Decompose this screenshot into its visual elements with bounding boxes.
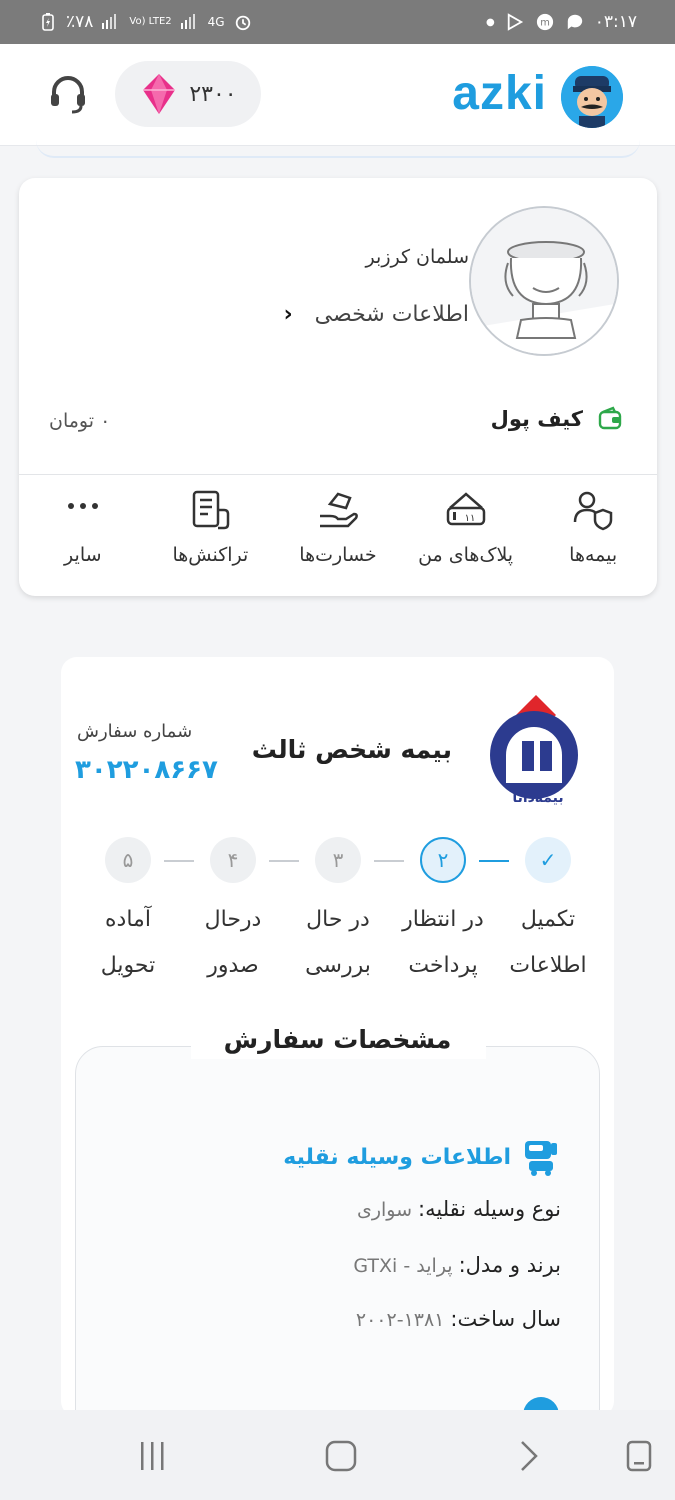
step-4-circle: ۴ <box>210 837 256 883</box>
quick-plates[interactable]: ۱۱ پلاک‌های من <box>416 488 516 588</box>
svg-text:بیمه‌دانا: بیمه‌دانا <box>512 790 563 806</box>
chevron-left-icon: ‹ <box>283 302 293 327</box>
wallet-row[interactable]: کیف پول <box>491 406 623 432</box>
avatar-logo-icon <box>561 66 623 128</box>
spec-title: مشخصات سفارش <box>223 1025 452 1054</box>
vehicle-info-icon <box>525 1141 557 1176</box>
lte-label: Vo) LTE2 <box>129 16 172 27</box>
m-app-icon: m <box>536 13 553 31</box>
vehicle-section-title: اطلاعات وسیله نقلیه <box>283 1144 511 1170</box>
step-2-label: در انتظار پرداخت <box>402 907 484 978</box>
order-steps: ✓ ۲ ۳ ۴ ۵ تکمیل اطلاعات در انتظار پرداخت د… <box>61 831 614 978</box>
order-number-label: شماره سفارش <box>77 721 193 742</box>
quick-more[interactable]: سایر <box>33 488 133 588</box>
quick-claims[interactable]: خسارت‌ها <box>288 488 388 588</box>
insurance-title: بیمه شخص ثالث <box>251 735 452 764</box>
signal-icon-2 <box>180 14 195 29</box>
step-5-circle: ۵ <box>105 837 151 883</box>
insurance-users-icon <box>573 491 613 531</box>
quick-label: سایر <box>64 544 102 566</box>
claims-hand-icon <box>319 492 358 528</box>
profile-avatar[interactable] <box>469 206 619 356</box>
order-card[interactable]: بیمه‌دانا بیمه شخص ثالث شماره سفارش ۳۰۲۲… <box>61 657 614 1446</box>
vehicle-type-value: سواری <box>356 1199 413 1221</box>
order-spec-box: اطلاعات وسیله نقلیه نوع وسیله نقلیه:سوار… <box>75 1046 600 1446</box>
profile-name: سلمان کرزبر <box>365 246 469 268</box>
personal-info-link[interactable]: اطلاعات شخصی ‹ <box>284 302 469 327</box>
home-icon[interactable] <box>324 1438 358 1474</box>
quick-label: خسارت‌ها <box>299 544 377 566</box>
svg-text:m: m <box>540 18 550 29</box>
step-3-label: در حال بررسی <box>305 907 371 978</box>
wallet-label: کیف پول <box>490 407 583 431</box>
vehicle-type-label: نوع وسیله نقلیه: <box>418 1197 561 1221</box>
keyboard-toggle-icon[interactable] <box>624 1438 654 1474</box>
wallet-amount: ۰ تومان <box>49 410 111 432</box>
year-value: ۱۳۸۱-۲۰۰۲ <box>355 1309 445 1331</box>
quick-label: بیمه‌ها <box>569 544 618 566</box>
quick-label: پلاک‌های من <box>418 544 514 566</box>
app-bar: azki ۲۳۰۰ <box>0 44 675 146</box>
step-4-label: درحال صدور <box>204 907 262 978</box>
recent-apps-icon[interactable] <box>138 1438 168 1474</box>
step-connector <box>164 860 194 862</box>
step-connector <box>269 860 299 862</box>
more-icon <box>67 503 98 509</box>
vehicle-section-header: اطلاعات وسیله نقلیه <box>283 1137 561 1177</box>
brand-logo: azki <box>452 67 547 120</box>
diamond-icon <box>143 74 176 114</box>
vehicle-type-row: نوع وسیله نقلیه:سواری <box>357 1197 561 1221</box>
points-value: ۲۳۰۰ <box>189 81 237 107</box>
battery-icon <box>42 13 54 31</box>
status-left: ٪۷۸ Vo) LTE2 4G <box>38 12 253 32</box>
status-right: ● m ۰۳:۱۷ <box>486 12 637 32</box>
system-nav-bar <box>0 1410 675 1500</box>
dot-icon: ● <box>486 16 495 28</box>
network-gen: 4G <box>207 15 225 29</box>
plate-icon: ۱۱ <box>446 492 485 526</box>
status-bar: ٪۷۸ Vo) LTE2 4G ● m ۰۳:۱۷ <box>0 0 675 44</box>
play-store-icon <box>507 13 523 31</box>
insurer-logo-icon: بیمه‌دانا <box>490 695 578 806</box>
signal-icon <box>102 14 117 29</box>
step-1-circle: ✓ <box>525 837 571 883</box>
step-2-circle: ۲ <box>420 837 466 883</box>
step-connector <box>479 860 509 862</box>
chat-icon <box>567 14 582 30</box>
order-number[interactable]: ۳۰۲۲۰۸۶۶۷ <box>75 755 218 785</box>
year-label: سال ساخت: <box>450 1307 561 1331</box>
alarm-icon <box>235 15 250 31</box>
year-row: سال ساخت:۱۳۸۱-۲۰۰۲ <box>356 1307 561 1331</box>
previous-card-edge <box>36 140 640 158</box>
quick-transactions[interactable]: تراکنش‌ها <box>160 488 260 588</box>
transactions-icon <box>193 490 230 530</box>
brand-label: برند و مدل: <box>458 1253 561 1277</box>
step-1-label: تکمیل اطلاعات <box>509 907 587 978</box>
step-5-label: آماده تحویل <box>100 907 156 978</box>
battery-percent: ٪۷۸ <box>66 12 94 32</box>
step-connector <box>374 860 404 862</box>
svg-text:۱۱: ۱۱ <box>464 513 475 524</box>
quick-actions: بیمه‌ها ۱۱ پلاک‌های من خسارت‌ها <box>19 488 657 588</box>
clock: ۰۳:۱۷ <box>594 12 637 32</box>
personal-info-label: اطلاعات شخصی <box>314 302 469 327</box>
brand-row: برند و مدل:پراید - GTXi <box>353 1253 561 1277</box>
profile-card: سلمان کرزبر اطلاعات شخصی ‹ کیف پول ۰ توم… <box>19 178 657 596</box>
wallet-icon <box>598 406 622 430</box>
quick-insurances[interactable]: بیمه‌ها <box>543 488 643 588</box>
step-3-circle: ۳ <box>315 837 361 883</box>
quick-label: تراکنش‌ها <box>172 544 249 566</box>
brand-value: پراید - GTXi <box>353 1255 453 1277</box>
points-badge[interactable]: ۲۳۰۰ <box>115 61 261 127</box>
back-icon[interactable] <box>516 1438 542 1474</box>
headset-icon[interactable] <box>46 72 90 116</box>
divider <box>19 474 657 475</box>
